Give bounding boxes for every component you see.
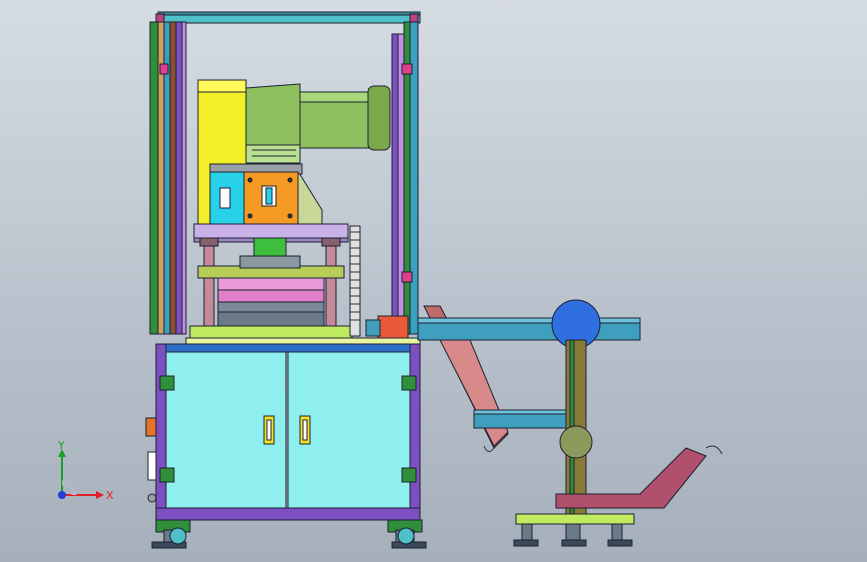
press-base-plate [189,325,353,339]
cabinet-frame-right [409,343,421,521]
z-axis-dot [58,491,66,499]
cad-viewport[interactable]: X Y [0,0,867,562]
x-axis-arrow [62,491,104,499]
press-head [209,163,323,225]
machine-assembly-drawing[interactable] [0,0,867,562]
lower-cabinet [145,343,421,521]
support-gusset [295,166,323,225]
cabinet-frame-left [155,343,167,521]
conveyor-base [515,513,635,525]
x-axis-label: X [106,489,114,502]
y-axis-arrow [58,449,66,495]
frame-left-upright [149,21,159,335]
frame-right-upright [391,33,399,335]
die-plate-pink [217,277,325,291]
air-cylinder [245,83,301,149]
orientation-triad: X Y [57,439,114,502]
upper-plate [193,223,349,239]
y-axis-label: Y [57,439,65,452]
caster-feet [151,519,427,549]
